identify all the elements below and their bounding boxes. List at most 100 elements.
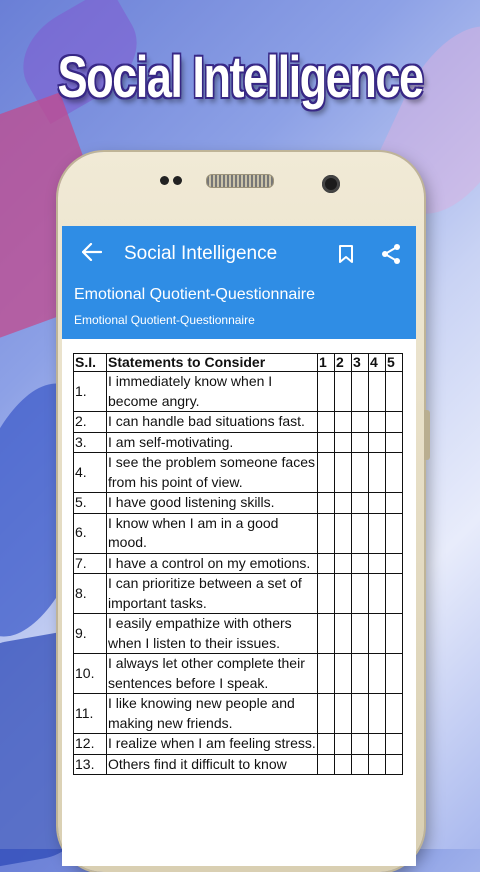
rating-cell-3[interactable]	[351, 552, 369, 574]
rating-cell-3[interactable]	[351, 452, 369, 493]
rating-cell-3[interactable]	[351, 653, 369, 694]
rating-cell-4[interactable]	[368, 693, 386, 734]
row-statement: I always let other complete their senten…	[106, 653, 318, 694]
rating-cell-4[interactable]	[368, 613, 386, 654]
rating-cell-5[interactable]	[385, 733, 403, 755]
row-statement: Others find it difficult to know	[106, 753, 318, 775]
rating-cell-5[interactable]	[385, 753, 403, 775]
rating-cell-5[interactable]	[385, 613, 403, 654]
rating-cell-2[interactable]	[334, 613, 352, 654]
table-header-row: S.I. Statements to Consider 1 2 3 4 5	[73, 353, 403, 372]
header-statement: Statements to Consider	[106, 353, 318, 372]
header-rating-5: 5	[385, 353, 403, 372]
rating-cell-1[interactable]	[317, 552, 335, 574]
rating-cell-1[interactable]	[317, 693, 335, 734]
row-statement: I see the problem someone faces from his…	[106, 452, 318, 493]
rating-cell-3[interactable]	[351, 693, 369, 734]
rating-cell-5[interactable]	[385, 653, 403, 694]
rating-cell-4[interactable]	[368, 452, 386, 493]
rating-cell-2[interactable]	[334, 552, 352, 574]
rating-cell-1[interactable]	[317, 733, 335, 755]
rating-cell-3[interactable]	[351, 753, 369, 775]
rating-cell-1[interactable]	[317, 753, 335, 775]
rating-cell-1[interactable]	[317, 573, 335, 614]
app-bar: Social Intelligence	[62, 226, 416, 282]
rating-cell-4[interactable]	[368, 512, 386, 554]
rating-cell-4[interactable]	[368, 733, 386, 755]
sensor-dot	[173, 176, 182, 185]
rating-cell-4[interactable]	[368, 653, 386, 694]
phone-top-bezel	[58, 152, 424, 226]
rating-cell-3[interactable]	[351, 431, 369, 453]
rating-cell-1[interactable]	[317, 613, 335, 654]
rating-cell-4[interactable]	[368, 573, 386, 614]
rating-cell-1[interactable]	[317, 512, 335, 554]
rating-cell-5[interactable]	[385, 512, 403, 554]
rating-cell-1[interactable]	[317, 411, 335, 433]
row-statement: I can handle bad situations fast.	[106, 411, 318, 433]
rating-cell-2[interactable]	[334, 452, 352, 493]
rating-cell-2[interactable]	[334, 431, 352, 453]
rating-cell-5[interactable]	[385, 552, 403, 574]
rating-cell-1[interactable]	[317, 492, 335, 514]
table-row: 5. I have good listening skills.	[73, 492, 403, 514]
app-title: Social Intelligence	[124, 243, 278, 264]
row-statement: I am self-motivating.	[106, 431, 318, 453]
arrow-back-icon[interactable]	[81, 241, 112, 267]
rating-cell-2[interactable]	[334, 371, 352, 412]
rating-cell-2[interactable]	[334, 653, 352, 694]
rating-cell-5[interactable]	[385, 431, 403, 453]
rating-cell-2[interactable]	[334, 492, 352, 514]
questionnaire-table: S.I. Statements to Consider 1 2 3 4 5 1.…	[73, 353, 403, 775]
share-icon[interactable]	[380, 243, 402, 265]
table-row: 8. I can prioritize between a set of impo…	[73, 573, 403, 614]
rating-cell-5[interactable]	[385, 492, 403, 514]
rating-cell-1[interactable]	[317, 452, 335, 493]
row-statement: I like knowing new people and making new…	[106, 693, 318, 734]
row-statement: I know when I am in a good mood.	[106, 512, 318, 554]
rating-cell-4[interactable]	[368, 753, 386, 775]
rating-cell-5[interactable]	[385, 411, 403, 433]
row-number: 8.	[73, 573, 107, 614]
rating-cell-2[interactable]	[334, 733, 352, 755]
banner-title: Social Intelligence	[57, 45, 424, 110]
rating-cell-5[interactable]	[385, 693, 403, 734]
table-row: 12. I realize when I am feeling stress.	[73, 733, 403, 755]
rating-cell-3[interactable]	[351, 733, 369, 755]
rating-cell-4[interactable]	[368, 552, 386, 574]
header-rating-2: 2	[334, 353, 352, 372]
rating-cell-5[interactable]	[385, 371, 403, 412]
rating-cell-3[interactable]	[351, 492, 369, 514]
rating-cell-1[interactable]	[317, 371, 335, 412]
row-statement: I realize when I am feeling stress.	[106, 733, 318, 755]
content-area: S.I. Statements to Consider 1 2 3 4 5 1.…	[62, 339, 416, 775]
rating-cell-5[interactable]	[385, 573, 403, 614]
rating-cell-2[interactable]	[334, 693, 352, 734]
rating-cell-3[interactable]	[351, 371, 369, 412]
table-row: 11. I like knowing new people and making …	[73, 693, 403, 734]
sensor-dot	[160, 176, 169, 185]
rating-cell-1[interactable]	[317, 431, 335, 453]
rating-cell-1[interactable]	[317, 653, 335, 694]
rating-cell-2[interactable]	[334, 573, 352, 614]
rating-cell-3[interactable]	[351, 613, 369, 654]
rating-cell-3[interactable]	[351, 512, 369, 554]
row-number: 7.	[73, 552, 107, 574]
rating-cell-5[interactable]	[385, 452, 403, 493]
rating-cell-2[interactable]	[334, 753, 352, 775]
sensor-dots	[160, 176, 182, 185]
rating-cell-4[interactable]	[368, 492, 386, 514]
rating-cell-4[interactable]	[368, 411, 386, 433]
table-row: 4. I see the problem someone faces from h…	[73, 452, 403, 493]
table-row: 6. I know when I am in a good mood.	[73, 512, 403, 554]
bookmark-icon[interactable]	[338, 245, 354, 263]
header-rating-4: 4	[368, 353, 386, 372]
rating-cell-2[interactable]	[334, 411, 352, 433]
rating-cell-2[interactable]	[334, 512, 352, 554]
rating-cell-3[interactable]	[351, 573, 369, 614]
rating-cell-4[interactable]	[368, 431, 386, 453]
rating-cell-3[interactable]	[351, 411, 369, 433]
rating-cell-4[interactable]	[368, 371, 386, 412]
phone-screen: Social Intelligence Emotional Quotient-Q…	[62, 226, 416, 866]
questionnaire-title: Emotional Quotient-Questionnaire	[74, 286, 316, 303]
